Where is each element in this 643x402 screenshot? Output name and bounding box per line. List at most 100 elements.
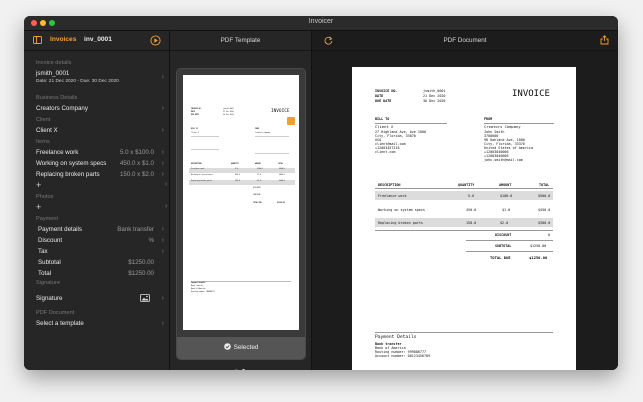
section-photos: Photos — [36, 194, 54, 200]
thumb-payment-line: Routing number: 999886777 — [191, 292, 215, 293]
subtotal-label: SUBTOTAL — [495, 244, 512, 248]
discount-label: Discount — [38, 237, 63, 244]
subtotal-divider — [466, 251, 553, 252]
page-indicator-dot[interactable] — [235, 369, 238, 370]
select-template-label: Select a template — [36, 320, 84, 327]
chevron-right-icon: › — [161, 248, 164, 255]
thumb-col-description: DESCRIPTION — [191, 164, 202, 165]
invoice-title: INVOICE — [512, 89, 550, 99]
discount-label: DISCOUNT — [495, 233, 512, 237]
template-card[interactable]: INVOICE NO. jsmith_0001 DATE 21 Dec 2020… — [176, 68, 306, 360]
row-total: $450.0 — [538, 208, 551, 212]
thumb-row-desc: Freelance work — [191, 169, 205, 170]
row-amount: $1.0 — [502, 208, 511, 212]
payment-line: Account number: 00123456789 — [375, 354, 431, 358]
discount-row[interactable]: Discount % › — [38, 236, 164, 245]
thumb-row-qty: 450.0 — [235, 175, 240, 176]
table-bottom-divider — [375, 230, 553, 231]
chevron-right-icon: › — [161, 237, 164, 244]
from-line: Creators Company — [484, 124, 521, 129]
invoice-no-value: jsmith_0001 — [423, 89, 446, 93]
document-name: inv_0001 — [84, 36, 112, 43]
window-title: Invoicer — [308, 18, 334, 25]
sidebar-toolbar: Invoices inv_0001 — [24, 31, 169, 51]
item-name: Working on system specs — [36, 160, 107, 167]
col-total: TOTAL — [539, 183, 550, 187]
item-row[interactable]: Freelance work 5.0 x $100.0 › — [36, 148, 164, 157]
chevron-right-icon: › — [161, 160, 164, 167]
signature-row[interactable]: Signature › — [36, 294, 164, 303]
payment-details-value: Bank transfer — [117, 226, 154, 233]
invoice-dates: Date: 21 Dec 2020 - Due: 30 Dec 2020 — [36, 79, 119, 84]
payment-details-row[interactable]: Payment details Bank transfer › — [38, 225, 164, 234]
item-row[interactable]: Replacing broken parts 150.0 x $2.0 › — [36, 170, 164, 179]
total-row: Total $1250.00 — [38, 269, 154, 278]
thumb-total-due-value: $1250.00 — [277, 203, 285, 204]
thumb-due-value: 30 Dec 2020 — [223, 115, 234, 116]
checkmark-circle-icon — [223, 343, 231, 350]
thumb-due-label: DUE DATE — [191, 115, 199, 116]
sidebar-toggle-icon[interactable] — [33, 36, 42, 44]
thumb-date-value: 21 Dec 2020 — [223, 112, 234, 113]
thumb-invoice-no-value: jsmith_0001 — [223, 109, 234, 110]
item-row[interactable]: Working on system specs 450.0 x $1.0 › — [36, 159, 164, 168]
row-quantity: 450.0 — [466, 208, 477, 212]
bill-to-line: client.com — [375, 150, 396, 154]
payment-divider — [375, 332, 553, 333]
row-description: Freelance work — [378, 194, 407, 198]
business-row[interactable]: Creators Company › — [36, 104, 164, 113]
item-name: Freelance work — [36, 149, 79, 156]
row-quantity: 150.0 — [466, 221, 477, 225]
chevron-right-icon: › — [165, 181, 168, 188]
chevron-right-icon: › — [161, 127, 164, 134]
sidebar: Invoices inv_0001 Invoice details jsmith… — [24, 31, 170, 370]
share-icon[interactable] — [600, 35, 609, 45]
thumb-from-lines — [255, 136, 289, 154]
item-value: 150.0 x $2.0 — [119, 171, 154, 178]
due-date-label: DUE DATE — [375, 99, 392, 103]
section-pdf-document: PDF Document — [36, 310, 75, 316]
invoice-number: jsmith_0001 — [36, 70, 70, 77]
chevron-right-icon: › — [161, 320, 164, 327]
page-indicator-dot-active[interactable] — [242, 369, 245, 370]
section-payment: Payment — [36, 216, 59, 222]
thumb-row-amount: $100.0 — [257, 169, 263, 170]
client-name: Client X — [36, 127, 58, 134]
col-quantity: QUANTITY — [458, 183, 475, 187]
client-row[interactable]: Client X › — [36, 126, 164, 135]
select-template-row[interactable]: Select a template › — [36, 319, 164, 328]
template-panel: PDF Template INVOICE NO. jsmith_0001 DAT… — [170, 31, 312, 370]
add-photo-plus-icon[interactable]: + — [36, 202, 41, 212]
section-business-details: Business Details — [36, 95, 78, 101]
tab-invoices[interactable]: Invoices — [50, 36, 76, 43]
payment-details-label: Payment details — [38, 226, 83, 233]
chevron-right-icon: › — [161, 105, 164, 112]
thumb-bill-to: BILL TO — [191, 129, 198, 130]
tax-row[interactable]: Tax › — [38, 247, 164, 256]
signature-label: Signature — [36, 295, 63, 302]
thumb-client: Client X — [191, 133, 199, 134]
thumb-col-total: TOTAL — [278, 164, 283, 165]
export-play-icon[interactable] — [150, 35, 161, 46]
section-invoice-details: Invoice details — [36, 60, 72, 66]
row-description: Replacing broken parts — [378, 221, 423, 225]
thumb-col-amount: AMOUNT — [255, 164, 261, 165]
thumb-row-desc: Working on system specs — [191, 175, 214, 176]
tax-label: Tax — [38, 248, 48, 255]
date-value: 21 Dec 2020 — [423, 94, 446, 98]
due-date-value: 30 Dec 2020 — [423, 99, 446, 103]
thumb-total-due: TOTAL DUE — [253, 203, 262, 204]
discount-divider — [466, 240, 553, 241]
add-item-plus-icon[interactable]: + — [36, 180, 41, 190]
thumb-bill-to-lines — [191, 136, 219, 150]
chevron-right-icon: › — [161, 74, 164, 81]
thumb-invoice-title: INVOICE — [271, 109, 290, 114]
thumb-row-total: $500.0 — [279, 169, 285, 170]
refresh-icon[interactable] — [324, 36, 333, 45]
chevron-right-icon: › — [161, 171, 164, 178]
thumb-subtotal: SUBTOTAL — [253, 195, 261, 196]
image-icon — [140, 294, 150, 302]
item-value: 450.0 x $1.0 — [119, 160, 154, 167]
subtotal-value: $1250.00 — [128, 259, 154, 266]
from-line: john.smith@mail.com — [484, 158, 523, 162]
